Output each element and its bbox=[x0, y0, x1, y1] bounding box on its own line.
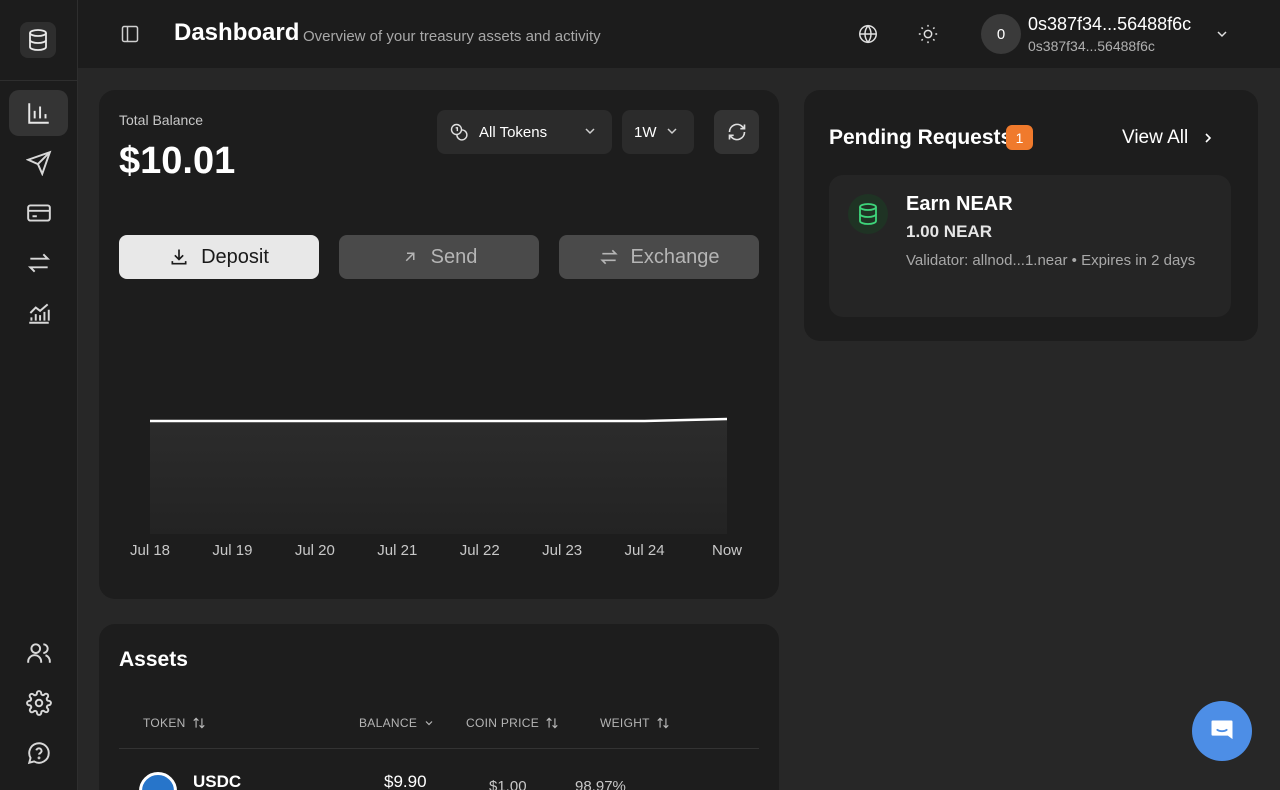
chevron-down-icon bbox=[667, 128, 677, 135]
page-title: Dashboard bbox=[174, 19, 300, 46]
arrow-up-right-icon bbox=[405, 252, 415, 262]
pending-requests-card: Pending Requests 1 View All Earn NEAR 1.… bbox=[804, 90, 1258, 341]
send-paper-plane-icon bbox=[25, 150, 51, 176]
sidebar-item-settings[interactable] bbox=[9, 680, 68, 726]
deposit-button[interactable]: Deposit bbox=[119, 235, 319, 279]
language-button[interactable] bbox=[856, 22, 880, 46]
account-address: 0s387f34...56488f6c bbox=[1028, 38, 1155, 54]
x-axis-tick-label: Jul 23 bbox=[542, 542, 583, 559]
column-header-weight[interactable]: WEIGHT bbox=[600, 716, 670, 730]
page-subtitle: Overview of your treasury assets and act… bbox=[303, 28, 601, 45]
column-header-token[interactable]: TOKEN bbox=[143, 716, 206, 730]
sort-icon bbox=[192, 717, 205, 729]
assets-card: Assets TOKEN BALANCE COIN PRICE WEIGHT U… bbox=[99, 624, 779, 790]
account-avatar[interactable]: 0 bbox=[981, 14, 1021, 54]
x-axis-tick-label: Jul 19 bbox=[212, 542, 253, 559]
view-all-label: View All bbox=[1122, 127, 1189, 148]
sun-icon bbox=[918, 24, 938, 44]
top-header: Dashboard Overview of your treasury asse… bbox=[78, 0, 1280, 68]
chart-area bbox=[150, 419, 727, 534]
column-header-weight-label: WEIGHT bbox=[600, 716, 650, 730]
users-icon bbox=[26, 643, 51, 663]
sidebar-divider bbox=[0, 80, 78, 81]
x-axis-tick-label: Jul 22 bbox=[459, 542, 500, 559]
x-axis-tick-label: Jul 20 bbox=[294, 542, 335, 559]
x-axis-tick-label: Jul 21 bbox=[377, 542, 418, 559]
column-header-token-label: TOKEN bbox=[143, 716, 186, 730]
dashboard-chart-icon bbox=[27, 103, 49, 124]
chevron-down-icon bbox=[425, 721, 433, 726]
sidebar-item-cards[interactable] bbox=[9, 190, 68, 236]
total-balance-label: Total Balance bbox=[119, 112, 204, 128]
gear-icon bbox=[25, 690, 52, 716]
earn-database-icon bbox=[848, 194, 888, 234]
sidebar-toggle-button[interactable] bbox=[118, 22, 142, 46]
pending-request-item[interactable]: Earn NEAR 1.00 NEAR Validator: allnod...… bbox=[829, 175, 1231, 317]
x-axis-tick-label: Jul 18 bbox=[129, 542, 171, 559]
pending-count-badge: 1 bbox=[1006, 125, 1033, 150]
assets-title: Assets bbox=[119, 648, 188, 671]
support-chat-button[interactable] bbox=[1192, 701, 1252, 761]
exchange-label: Exchange bbox=[630, 245, 720, 268]
help-icon bbox=[27, 742, 50, 765]
token-symbol: USDC bbox=[193, 772, 242, 790]
trending-chart-icon bbox=[28, 303, 50, 324]
sidebar-item-help[interactable] bbox=[9, 730, 68, 776]
column-header-coin-price[interactable]: COIN PRICE bbox=[466, 716, 559, 730]
send-label: Send bbox=[430, 245, 478, 268]
account-menu-button[interactable] bbox=[1212, 24, 1232, 44]
request-detail: Validator: allnod...1.near • Expires in … bbox=[906, 252, 1196, 269]
request-title: Earn NEAR bbox=[906, 193, 1013, 215]
total-balance-value: $10.01 bbox=[119, 140, 236, 182]
send-button[interactable]: Send bbox=[339, 235, 539, 279]
view-all-link[interactable]: View All bbox=[1122, 127, 1216, 149]
refresh-button[interactable] bbox=[714, 110, 759, 154]
sort-icon bbox=[546, 717, 558, 729]
chevron-down-icon bbox=[1217, 31, 1227, 38]
sidebar-item-send[interactable] bbox=[9, 140, 68, 186]
usdc-token-icon bbox=[139, 772, 177, 790]
coins-icon bbox=[450, 123, 468, 141]
refresh-icon bbox=[728, 123, 745, 141]
sort-icon bbox=[657, 717, 669, 729]
sidebar-panel-icon bbox=[121, 25, 139, 43]
token-price: $1.00 bbox=[489, 778, 527, 790]
app-logo[interactable] bbox=[20, 22, 56, 58]
token-filter-dropdown[interactable]: All Tokens bbox=[437, 110, 612, 154]
chevron-right-icon bbox=[1205, 133, 1212, 143]
period-dropdown[interactable]: 1W bbox=[622, 110, 694, 154]
sidebar-item-dashboard[interactable] bbox=[9, 90, 68, 136]
theme-toggle-button[interactable] bbox=[916, 22, 940, 46]
token-filter-label: All Tokens bbox=[479, 123, 548, 141]
balance-card: Total Balance $10.01 All Tokens 1W Depos… bbox=[99, 90, 779, 599]
token-weight: 98.97% bbox=[575, 778, 626, 790]
exchange-arrows-icon bbox=[27, 253, 50, 273]
x-axis-tick-label: Now bbox=[711, 542, 743, 559]
column-header-balance-label: BALANCE bbox=[359, 716, 418, 730]
chart-series-line bbox=[150, 417, 728, 423]
balance-chart bbox=[149, 417, 728, 534]
token-balance: $9.90 bbox=[384, 772, 427, 790]
pending-requests-title: Pending Requests bbox=[829, 126, 1013, 149]
globe-icon bbox=[859, 24, 877, 44]
request-amount: 1.00 NEAR bbox=[906, 222, 992, 241]
x-axis-tick-label: Jul 24 bbox=[624, 542, 665, 559]
sidebar bbox=[0, 0, 78, 790]
download-icon bbox=[171, 249, 187, 265]
exchange-arrows-icon bbox=[599, 249, 618, 265]
deposit-label: Deposit bbox=[201, 245, 269, 268]
card-icon bbox=[26, 204, 51, 222]
chevron-down-icon bbox=[585, 128, 595, 135]
sidebar-item-exchange[interactable] bbox=[9, 240, 68, 286]
column-header-balance[interactable]: BALANCE bbox=[359, 716, 435, 730]
period-label: 1W bbox=[634, 123, 657, 141]
column-header-coin-price-label: COIN PRICE bbox=[466, 716, 540, 730]
chat-bubble-icon bbox=[1211, 720, 1233, 740]
account-name[interactable]: 0s387f34...56488f6c bbox=[1028, 14, 1191, 35]
sidebar-item-members[interactable] bbox=[9, 630, 68, 676]
database-icon bbox=[29, 29, 47, 51]
exchange-button[interactable]: Exchange bbox=[559, 235, 759, 279]
sidebar-item-earn[interactable] bbox=[9, 290, 68, 336]
table-divider bbox=[119, 748, 759, 749]
